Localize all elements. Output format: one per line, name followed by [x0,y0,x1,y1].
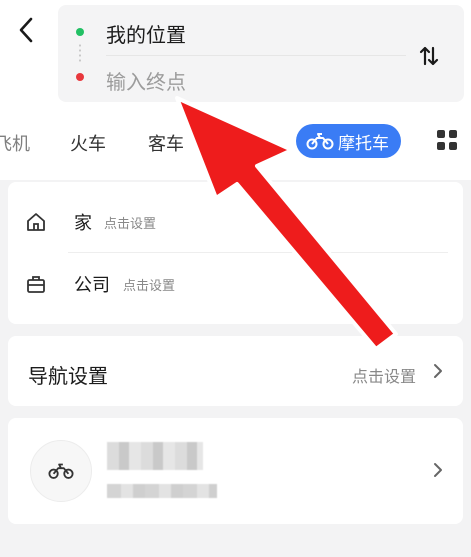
chevron-right-icon [430,462,446,478]
saved-places-card: 家 点击设置 公司 点击设置 [8,182,463,324]
home-icon [24,210,48,234]
vehicle-avatar [30,440,92,502]
nav-settings-hint: 点击设置 [352,367,417,386]
motorcycle-icon [306,133,334,150]
route-connector [79,43,81,63]
company-row[interactable]: 公司 点击设置 [8,254,463,314]
origin-dot [76,28,84,36]
motorcycle-icon [48,463,74,479]
vehicle-card[interactable] [8,418,463,524]
swap-vertical-icon [419,46,439,66]
chevron-right-icon [430,363,446,379]
tab-plane[interactable]: 飞机 [0,130,30,156]
back-chevron-icon [19,17,33,43]
briefcase-icon [24,272,48,296]
home-row[interactable]: 家 点击设置 [8,192,463,252]
back-button[interactable] [12,14,40,46]
company-label: 公司 [74,275,110,296]
vehicle-detail-redacted [107,484,217,498]
tab-motorcycle-label: 摩托车 [338,133,389,154]
tab-train[interactable]: 火车 [70,130,106,156]
destination-dot [76,73,84,81]
row-divider [68,252,448,253]
home-label: 家 [74,213,92,234]
route-divider [106,55,406,56]
tab-motorcycle[interactable]: 摩托车 [296,124,401,158]
nav-settings-row[interactable]: 导航设置 点击设置 [8,336,463,406]
transport-tabs: 飞机 火车 客车 货车 摩托车 [0,118,471,164]
more-modes-button[interactable] [437,130,459,152]
swap-button[interactable] [414,41,444,71]
company-hint: 点击设置 [123,278,176,294]
top-bar: 我的位置 飞机 火车 客车 货车 摩托车 [0,0,471,180]
route-input-box: 我的位置 [58,5,464,102]
tab-truck[interactable]: 货车 [222,130,258,156]
tab-bus[interactable]: 客车 [148,130,184,156]
origin-field[interactable]: 我的位置 [106,19,186,48]
vehicle-name-redacted [107,442,203,470]
home-hint: 点击设置 [104,216,157,232]
nav-settings-title: 导航设置 [28,364,108,388]
destination-input[interactable] [106,67,366,97]
